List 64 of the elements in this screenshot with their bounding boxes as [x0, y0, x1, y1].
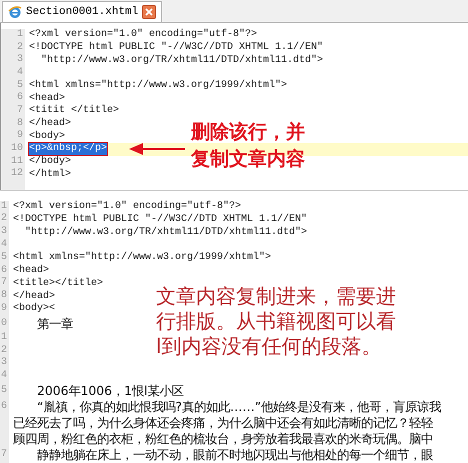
code-line: </body> [29, 156, 72, 168]
prose-line: 第一章 [36, 316, 73, 332]
line-number: 2 [0, 213, 8, 226]
line-number: 4 [0, 370, 8, 383]
tab-title: Section0001.xhtml [26, 6, 138, 18]
line-number: 3 [0, 357, 8, 370]
prose-line: 2006年1006，1恨l某小区 [36, 383, 184, 399]
line-number: 6 [0, 264, 8, 277]
line-number: 6 [0, 400, 8, 414]
line-number: 7 [0, 277, 8, 290]
prose-line: 已经死去了吗，为什么身体还会疼痛，为什么脑中还会有如此清晰的记忆？轻轻 [13, 415, 433, 431]
code-line: <?xml version="1.0" encoding="utf-8"?> [13, 201, 242, 214]
line-number: 4 [0, 239, 8, 252]
line-number: 4 [16, 66, 24, 80]
code-line: </head> [13, 290, 56, 302]
code-line: <body>< [13, 303, 56, 316]
line-number: 1 [16, 28, 24, 42]
code-line: <title></title> [13, 278, 104, 290]
code-line: </head> [29, 118, 72, 130]
code-line: <body> [29, 130, 66, 143]
prose-line: 静静地躺在床上，一动不动，眼前不时地闪现出与他相处的每一个细节，眼 [36, 447, 433, 463]
code-line: <head> [13, 265, 50, 278]
browser-file-icon [8, 4, 22, 19]
annotation-text: 文章内容复制进来，需要进 [156, 284, 396, 309]
code-line: "http://www.w3.org/TR/xhtml11/DTD/xhtml11.dtd"> [24, 226, 308, 239]
line-number: 12 [10, 168, 24, 182]
line-number: 5 [0, 252, 8, 265]
code-line: <!DOCTYPE html PUBLIC "-//W3C//DTD XHTML 1.1//EN" [29, 42, 324, 54]
prose-line: “胤禛，你真的如此恨我吗?真的如此……”他始终是没有来，他哥，肓原谅我 [36, 399, 442, 415]
code-line: <!DOCTYPE html PUBLIC "-//W3C//DTD XHTML 1.1//EN" [13, 214, 308, 226]
line-number: 1 [0, 332, 8, 345]
code-line: <head> [29, 92, 66, 104]
line-number: 8 [0, 290, 8, 303]
line-number: 8 [16, 118, 24, 130]
annotation-text: 删除该行，并 [191, 120, 305, 145]
line-number: 3 [0, 226, 8, 239]
line-number: 2 [16, 42, 24, 54]
line-number: 1 [0, 200, 8, 213]
line-number: 6 [16, 92, 24, 105]
line-number: 5 [0, 384, 8, 398]
close-icon [145, 8, 154, 16]
code-line: <titit </title> [29, 105, 120, 118]
annotation-text: l到内容没有任何的段落。 [156, 334, 383, 359]
line-number: 11 [10, 156, 24, 168]
code-line: </html> [29, 168, 72, 181]
code-line: "http://www.w3.org/TR/xhtml11/DTD/xhtml11.dtd"> [40, 54, 324, 67]
annotation-text: 行排版。从书籍视图可以看 [156, 309, 396, 334]
annotation-text: 复制文章内容 [191, 146, 305, 172]
prose-line: 顾四周，粉红色的衣柜，粉红色的梳妆台，身旁放着我最喜欢的米奇玩偶。脑中 [13, 431, 433, 447]
close-button[interactable] [142, 4, 156, 19]
code-line: <html xmlns="http://www.w3.org/1999/xhtml"> [13, 252, 272, 264]
arrow-icon [129, 142, 185, 155]
file-tab[interactable]: Section0001.xhtml [2, 0, 162, 22]
line-number: 3 [16, 54, 24, 67]
line-number: 0 [0, 316, 8, 331]
line-number: 7 [16, 104, 24, 118]
line-number: 2 [0, 344, 8, 357]
line-number: 9 [0, 303, 8, 316]
code-line: <?xml version="1.0" encoding="utf-8"?> [29, 29, 258, 42]
line-number: 10 [10, 143, 24, 156]
line-number: 9 [16, 130, 24, 143]
line-number: 7 [0, 448, 8, 462]
code-line: <html xmlns="http://www.w3.org/1999/xhtml"> [29, 80, 288, 92]
line-number: 5 [16, 80, 24, 92]
